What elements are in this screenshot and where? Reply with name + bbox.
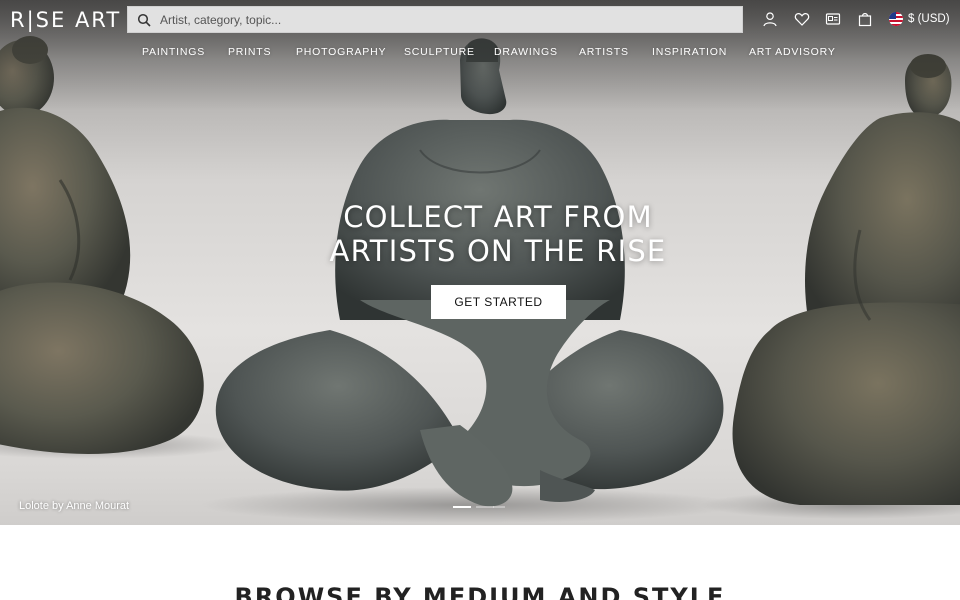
bag-icon[interactable] bbox=[857, 11, 873, 27]
get-started-button[interactable]: GET STARTED bbox=[431, 285, 566, 319]
search-input[interactable] bbox=[160, 7, 730, 32]
currency-label: $ (USD) bbox=[908, 13, 950, 25]
rise-art-logo[interactable]: R|SE ART bbox=[10, 6, 121, 34]
nav-item-paintings[interactable]: PAINTINGS bbox=[142, 42, 205, 62]
heart-icon[interactable] bbox=[794, 11, 810, 27]
id-card-icon[interactable] bbox=[825, 11, 841, 27]
hero-headline: COLLECT ART FROM ARTISTS ON THE RISE bbox=[280, 200, 716, 268]
search-bar bbox=[127, 6, 743, 33]
hero-banner: COLLECT ART FROM ARTISTS ON THE RISE GET… bbox=[0, 0, 960, 525]
nav-item-sculpture[interactable]: SCULPTURE bbox=[404, 42, 475, 62]
nav-item-artists[interactable]: ARTISTS bbox=[579, 42, 629, 62]
hero-headline-line1: COLLECT ART FROM bbox=[343, 200, 653, 234]
main-nav: PAINTINGS PRINTS PHOTOGRAPHY SCULPTURE D… bbox=[0, 42, 960, 62]
nav-item-prints[interactable]: PRINTS bbox=[228, 42, 271, 62]
search-icon[interactable] bbox=[137, 13, 151, 27]
right-sculpture bbox=[732, 54, 960, 505]
nav-item-inspiration[interactable]: INSPIRATION bbox=[652, 42, 727, 62]
nav-item-art-advisory[interactable]: ART ADVISORY bbox=[749, 42, 836, 62]
slider-dot-3[interactable] bbox=[493, 506, 505, 508]
slider-dot-1[interactable] bbox=[453, 506, 471, 508]
nav-item-photography[interactable]: PHOTOGRAPHY bbox=[296, 42, 386, 62]
user-icon[interactable] bbox=[762, 11, 778, 27]
slider-dots bbox=[453, 506, 507, 509]
us-flag-icon bbox=[889, 12, 903, 26]
nav-item-drawings[interactable]: DRAWINGS bbox=[494, 42, 558, 62]
site-header: R|SE ART $ (USD) PAINTIN bbox=[0, 0, 960, 66]
currency-selector[interactable]: $ (USD) bbox=[889, 11, 950, 27]
hero-artwork-caption[interactable]: Lolote by Anne Mourat bbox=[19, 500, 129, 512]
slider-dot-2[interactable] bbox=[476, 506, 494, 508]
browse-section-title: BROWSE BY MEDIUM AND STYLE bbox=[234, 583, 726, 600]
hero-headline-line2: ARTISTS ON THE RISE bbox=[329, 234, 667, 268]
